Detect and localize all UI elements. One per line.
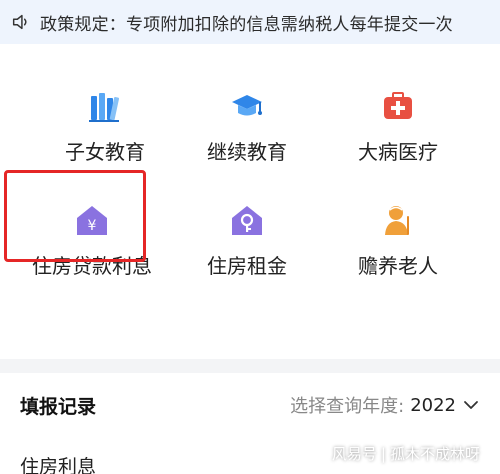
records-title: 填报记录 bbox=[20, 395, 97, 418]
watermark-separator: | bbox=[380, 444, 386, 463]
notice-bar: 政策规定：专项附加扣除的信息需纳税人每年提交一次 bbox=[0, 0, 500, 44]
watermark: 风易号 | 孤木不成林呀 bbox=[332, 443, 480, 464]
graduation-cap-icon bbox=[232, 95, 262, 116]
books-icon bbox=[89, 93, 120, 122]
item-housing-rent[interactable]: 住房租金 bbox=[167, 204, 327, 299]
chevron-down-icon bbox=[464, 401, 478, 409]
watermark-author: 孤木不成林呀 bbox=[389, 445, 480, 463]
item-label: 住房租金 bbox=[207, 254, 287, 278]
item-label: 子女教育 bbox=[65, 140, 145, 164]
item-serious-illness-medical[interactable]: 大病医疗 bbox=[318, 90, 478, 185]
house-key-icon bbox=[232, 206, 262, 235]
notice-text: 政策规定：专项附加扣除的信息需纳税人每年提交一次 bbox=[40, 14, 453, 35]
medical-kit-icon bbox=[384, 92, 412, 119]
record-row-partial[interactable]: 住房利息 bbox=[20, 452, 96, 474]
item-label: 大病医疗 bbox=[358, 140, 438, 164]
records-header: 填报记录 选择查询年度: 2022 bbox=[0, 373, 500, 437]
elderly-person-icon bbox=[385, 206, 409, 235]
item-label: 赡养老人 bbox=[358, 254, 438, 278]
year-select-value: 2022 bbox=[410, 394, 456, 416]
house-yen-icon: ¥ bbox=[77, 206, 107, 235]
speaker-icon bbox=[12, 14, 27, 30]
section-divider bbox=[0, 359, 500, 373]
year-select-label: 选择查询年度: bbox=[290, 396, 405, 417]
item-continuing-education[interactable]: 继续教育 bbox=[167, 90, 327, 185]
item-label: 住房贷款利息 bbox=[32, 254, 152, 278]
svg-text:¥: ¥ bbox=[88, 218, 97, 234]
item-label: 继续教育 bbox=[207, 140, 287, 164]
item-housing-loan-interest[interactable]: ¥ 住房贷款利息 bbox=[4, 170, 172, 299]
item-elderly-support[interactable]: 赡养老人 bbox=[318, 204, 478, 299]
deduction-grid: 子女教育 继续教育 大病医疗 ¥ 住房贷款利息 住房租金 赡养老人 bbox=[0, 44, 500, 359]
year-select[interactable]: 选择查询年度: 2022 bbox=[290, 392, 480, 418]
watermark-source: 风易号 bbox=[331, 445, 377, 463]
